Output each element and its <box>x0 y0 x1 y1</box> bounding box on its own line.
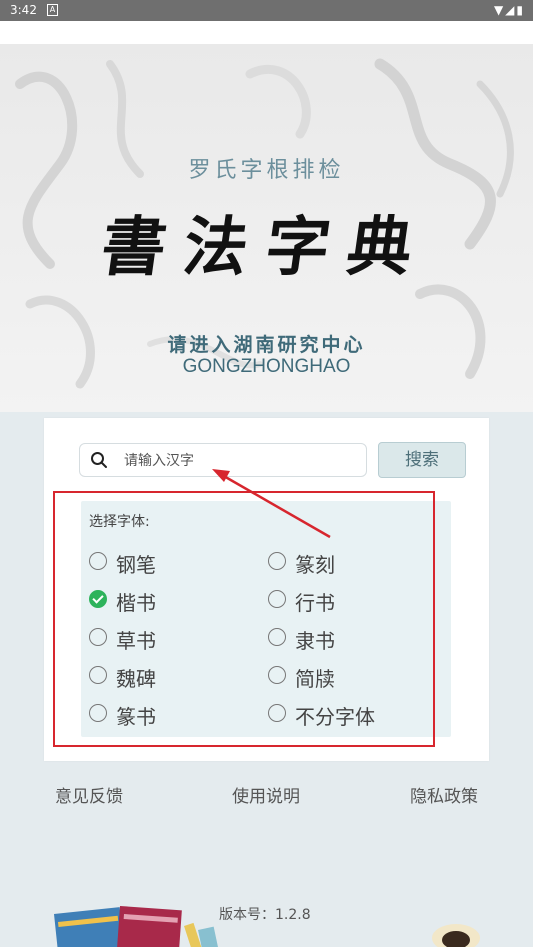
search-bar[interactable] <box>79 443 367 477</box>
hero-banner: 罗氏字根排检 書法字典 请进入湖南研究中心 GONGZHONGHAO <box>0 44 533 412</box>
search-icon <box>90 451 108 473</box>
status-time: 3:42 <box>10 3 37 17</box>
app-bar <box>0 21 533 44</box>
hero-subtitle: 罗氏字根排检 <box>188 158 345 183</box>
footer-links: 意见反馈 使用说明 隐私政策 <box>0 782 533 808</box>
hero-title: 書法字典 <box>96 210 435 285</box>
ink-cup-illustration-icon <box>432 924 480 947</box>
feedback-link[interactable]: 意见反馈 <box>55 782 123 807</box>
privacy-policy-link[interactable]: 隐私政策 <box>410 782 478 807</box>
version-text: 版本号：1.2.8 <box>219 907 311 923</box>
instructions-link[interactable]: 使用说明 <box>232 782 300 807</box>
hero-promo-english: GONGZHONGHAO <box>182 356 351 377</box>
search-button[interactable]: 搜索 <box>378 442 466 478</box>
books-illustration-icon <box>54 906 220 947</box>
hero-promo-text: 请进入湖南研究中心 <box>167 334 366 356</box>
signal-battery-icons: ▼◢▮ <box>493 3 525 17</box>
status-bar: 3:42 A ▼◢▮ <box>0 0 533 21</box>
sim-icon: A <box>47 4 58 16</box>
annotation-highlight-box <box>53 491 435 747</box>
search-input[interactable] <box>122 450 356 472</box>
